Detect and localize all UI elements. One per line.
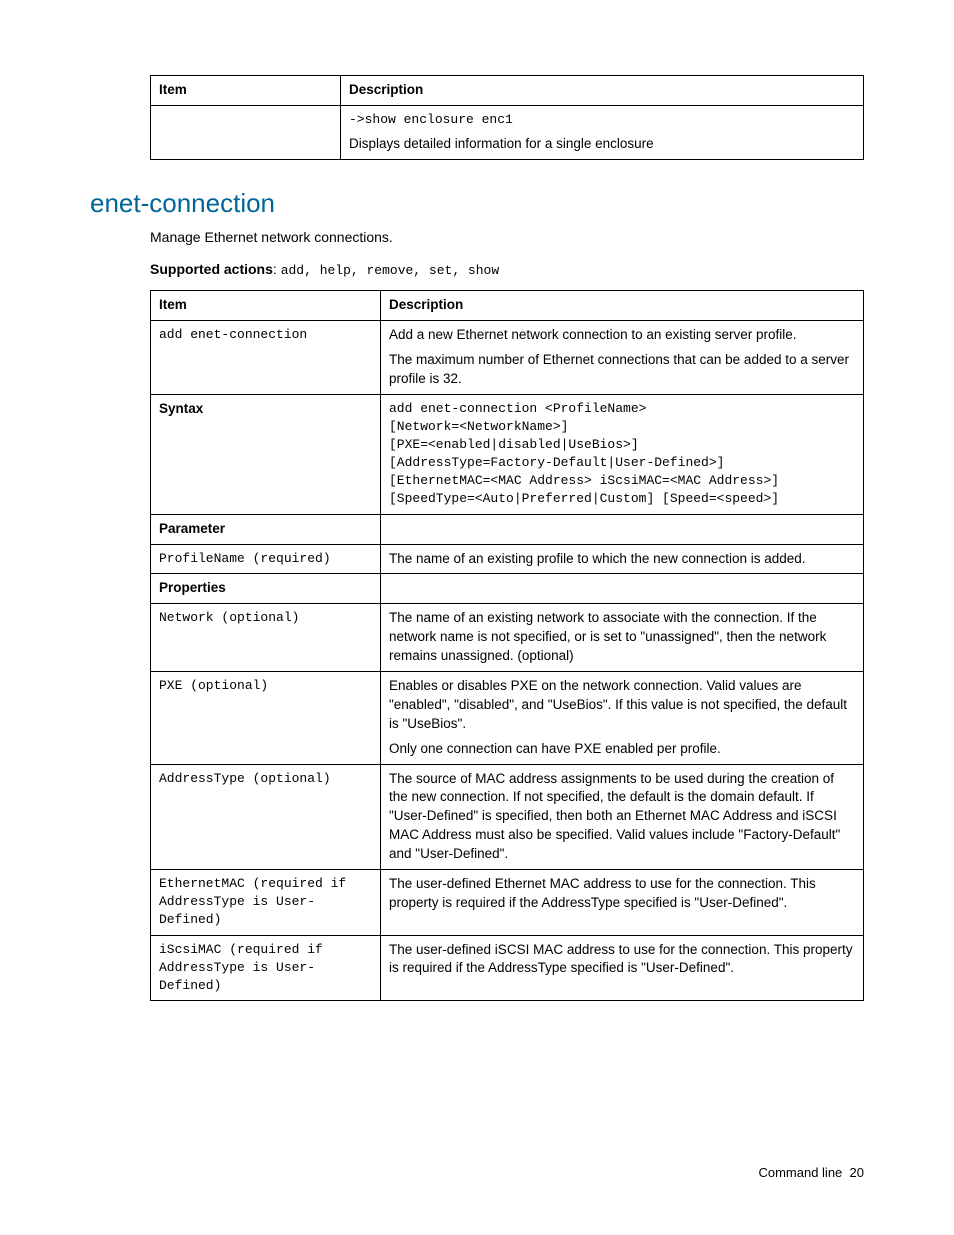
desc-text: Displays detailed information for a sing…: [349, 135, 855, 154]
cell-item: Syntax: [151, 394, 381, 514]
desc-line: The user-defined Ethernet MAC address to…: [389, 875, 855, 913]
cell-item: Properties: [151, 574, 381, 604]
cell-desc: The source of MAC address assignments to…: [381, 764, 864, 869]
cell-item: Network (optional): [151, 604, 381, 672]
desc-line: Add a new Ethernet network connection to…: [389, 326, 855, 345]
table-row: add enet-connection Add a new Ethernet ne…: [151, 320, 864, 394]
footer-page: 20: [850, 1165, 864, 1180]
section-intro: Manage Ethernet network connections.: [150, 229, 864, 245]
code-line: [SpeedType=<Auto|Preferred|Custom] [Spee…: [389, 490, 855, 508]
cell-desc: The user-defined iSCSI MAC address to us…: [381, 935, 864, 1001]
table-row: Network (optional)The name of an existin…: [151, 604, 864, 672]
section-title: enet-connection: [90, 188, 864, 219]
desc-line: The maximum number of Ethernet connectio…: [389, 351, 855, 389]
table-row: Parameter: [151, 514, 864, 544]
cell-desc: The name of an existing profile to which…: [381, 544, 864, 574]
table-row: EthernetMAC (required if AddressType is …: [151, 870, 864, 936]
cell-item-empty: [151, 105, 341, 159]
desc-line: The source of MAC address assignments to…: [389, 770, 855, 864]
supported-actions-line: Supported actions: add, help, remove, se…: [150, 261, 864, 278]
cell-desc: Add a new Ethernet network connection to…: [381, 320, 864, 394]
desc-line: Only one connection can have PXE enabled…: [389, 740, 855, 759]
footer-label: Command line: [758, 1165, 842, 1180]
cell-item: ProfileName (required): [151, 544, 381, 574]
supported-label: Supported actions: [150, 261, 273, 277]
table-header-row: Item Description: [151, 290, 864, 320]
code-line: [AddressType=Factory-Default|User-Define…: [389, 454, 855, 472]
supported-actions: add, help, remove, set, show: [281, 263, 499, 278]
cell-item: add enet-connection: [151, 320, 381, 394]
table-row: ->show enclosure enc1 Displays detailed …: [151, 105, 864, 159]
cell-desc: [381, 574, 864, 604]
cell-desc: [381, 514, 864, 544]
table-row: ProfileName (required) The name of an exi…: [151, 544, 864, 574]
code-line: [Network=<NetworkName>]: [389, 418, 855, 436]
col-header-desc: Description: [381, 290, 864, 320]
page-footer: Command line 20: [758, 1165, 864, 1180]
cell-desc: The name of an existing network to assoc…: [381, 604, 864, 672]
col-header-desc: Description: [341, 76, 864, 106]
cell-item: EthernetMAC (required if AddressType is …: [151, 870, 381, 936]
cell-desc: add enet-connection <ProfileName>[Networ…: [381, 394, 864, 514]
desc-line: The name of an existing network to assoc…: [389, 609, 855, 666]
page: Item Description ->show enclosure enc1 D…: [0, 0, 954, 1235]
desc-line: The user-defined iSCSI MAC address to us…: [389, 941, 855, 979]
table-row: iScsiMAC (required if AddressType is Use…: [151, 935, 864, 1001]
code-line: [EthernetMAC=<MAC Address> iScsiMAC=<MAC…: [389, 472, 855, 490]
col-header-item: Item: [151, 290, 381, 320]
code-text: ->show enclosure enc1: [349, 111, 855, 129]
cell-item: Parameter: [151, 514, 381, 544]
cell-item: PXE (optional): [151, 672, 381, 765]
cell-item: iScsiMAC (required if AddressType is Use…: [151, 935, 381, 1001]
cell-desc: The user-defined Ethernet MAC address to…: [381, 870, 864, 936]
content-area: Item Description ->show enclosure enc1 D…: [150, 75, 864, 1001]
table-header-row: Item Description: [151, 76, 864, 106]
desc-line: Enables or disables PXE on the network c…: [389, 677, 855, 734]
col-header-item: Item: [151, 76, 341, 106]
table-enclosure-example: Item Description ->show enclosure enc1 D…: [150, 75, 864, 160]
cell-item: AddressType (optional): [151, 764, 381, 869]
table-row: AddressType (optional)The source of MAC …: [151, 764, 864, 869]
table-enet-connection: Item Description add enet-connection Add …: [150, 290, 864, 1001]
table-row: Properties: [151, 574, 864, 604]
cell-desc: ->show enclosure enc1 Displays detailed …: [341, 105, 864, 159]
code-line: [PXE=<enabled|disabled|UseBios>]: [389, 436, 855, 454]
table-row: Syntaxadd enet-connection <ProfileName>[…: [151, 394, 864, 514]
code-line: add enet-connection <ProfileName>: [389, 400, 855, 418]
desc-line: The name of an existing profile to which…: [389, 550, 855, 569]
table-row: PXE (optional)Enables or disables PXE on…: [151, 672, 864, 765]
cell-desc: Enables or disables PXE on the network c…: [381, 672, 864, 765]
